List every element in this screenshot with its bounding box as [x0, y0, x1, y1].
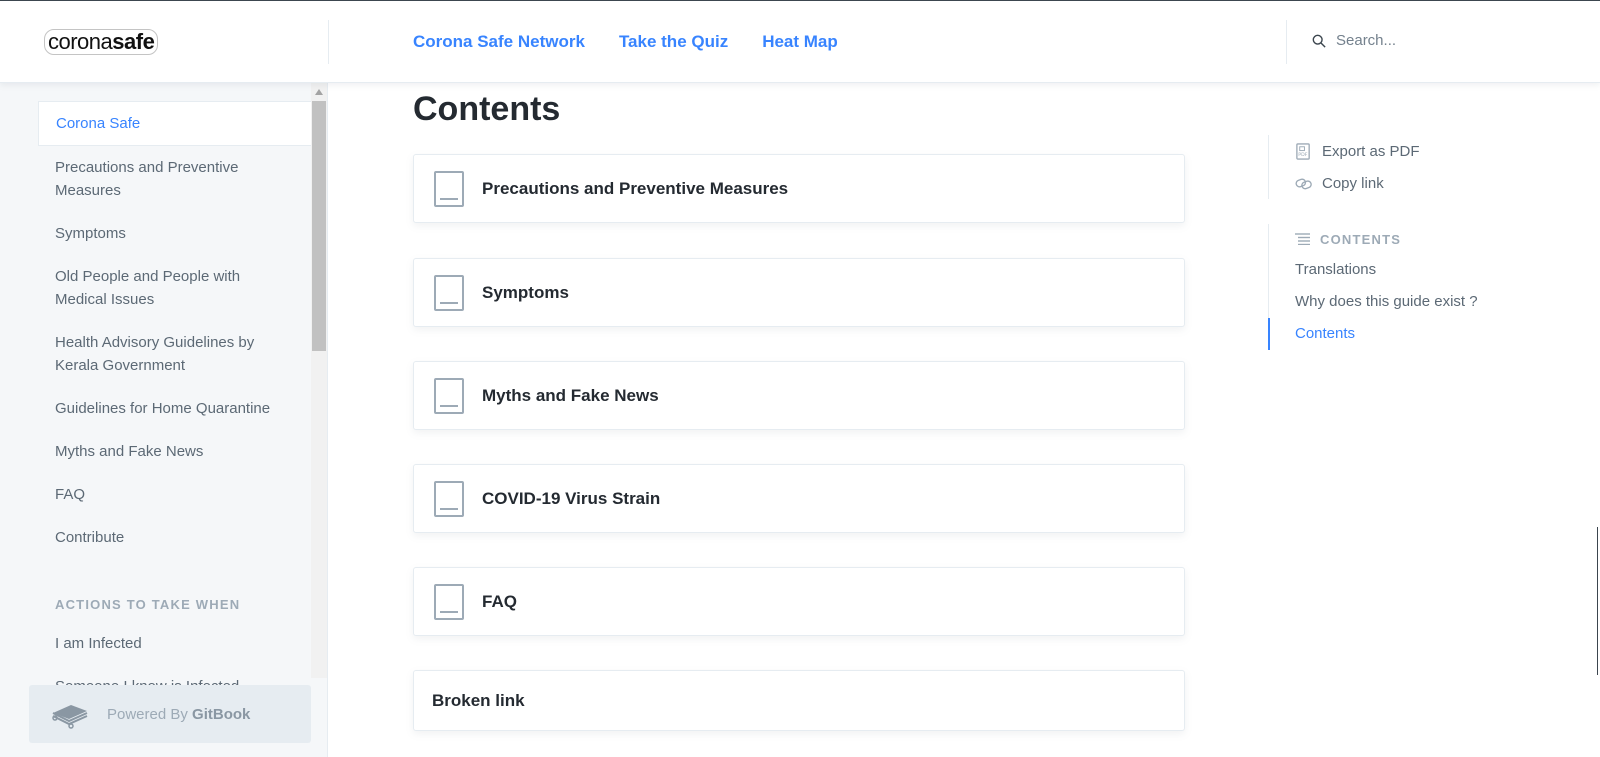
page-icon: [434, 377, 464, 414]
top-header: coronasafe Corona Safe Network Take the …: [0, 1, 1600, 83]
content-card[interactable]: Symptoms: [413, 258, 1185, 327]
header-divider: [1286, 20, 1287, 64]
copy-link-label: Copy link: [1322, 174, 1384, 192]
sidebar-item-precautions[interactable]: Precautions and Preventive Measures: [38, 146, 311, 212]
toc-item-contents[interactable]: Contents: [1268, 318, 1478, 350]
sidebar-item-contribute[interactable]: Contribute: [38, 516, 311, 559]
page-title: Contents: [413, 90, 561, 128]
content-card[interactable]: COVID-19 Virus Strain: [413, 464, 1185, 533]
sidebar-item-old-people[interactable]: Old People and People with Medical Issue…: [38, 255, 311, 321]
sidebar-item-home-quarantine[interactable]: Guidelines for Home Quarantine: [38, 387, 311, 430]
content-card-label: COVID-19 Virus Strain: [482, 488, 661, 508]
search-box[interactable]: Search...: [1312, 32, 1396, 49]
content-card[interactable]: Myths and Fake News: [413, 361, 1185, 430]
logo-text-bold: safe: [112, 29, 155, 54]
content-card-label: FAQ: [482, 591, 517, 611]
scrollbar-thumb[interactable]: [312, 101, 326, 351]
content-card[interactable]: Precautions and Preventive Measures: [413, 154, 1185, 223]
toc-title: CONTENTS: [1320, 231, 1402, 247]
content-card-label: Precautions and Preventive Measures: [482, 178, 789, 198]
coronasafe-logo[interactable]: coronasafe: [44, 29, 159, 55]
gitbook-icon: [52, 705, 88, 729]
sidebar-nav: Corona Safe Precautions and Preventive M…: [38, 101, 311, 708]
logo-text-light: corona: [48, 29, 113, 54]
content-card-label: Myths and Fake News: [482, 385, 659, 405]
sidebar-item-myths[interactable]: Myths and Fake News: [38, 430, 311, 473]
export-pdf-button[interactable]: PDF Export as PDF: [1295, 135, 1420, 167]
toc-item-why-guide[interactable]: Why does this guide exist ?: [1269, 286, 1478, 318]
copy-link-button[interactable]: Copy link: [1295, 167, 1420, 199]
nav-link-take-the-quiz[interactable]: Take the Quiz: [619, 32, 728, 52]
content-card-label: Symptoms: [482, 282, 569, 302]
svg-text:PDF: PDF: [1298, 152, 1307, 158]
broken-link-card[interactable]: Broken link: [413, 670, 1185, 731]
page-actions: PDF Export as PDF Copy link: [1268, 135, 1420, 199]
powered-by-gitbook[interactable]: Powered By GitBook: [29, 685, 311, 743]
sidebar-scrollbar[interactable]: [311, 83, 327, 678]
export-pdf-label: Export as PDF: [1322, 142, 1420, 160]
toc-item-translations[interactable]: Translations: [1269, 254, 1478, 286]
sidebar-section-title: ACTIONS TO TAKE WHEN: [55, 597, 241, 612]
top-nav: Corona Safe Network Take the Quiz Heat M…: [413, 32, 838, 52]
sidebar-item-i-am-infected[interactable]: I am Infected: [38, 622, 311, 665]
link-icon: [1295, 178, 1312, 189]
table-of-contents: CONTENTS Translations Why does this guid…: [1268, 224, 1478, 350]
sidebar-item-corona-safe[interactable]: Corona Safe: [38, 101, 311, 146]
broken-link-label: Broken link: [432, 690, 525, 710]
nav-link-corona-safe-network[interactable]: Corona Safe Network: [413, 32, 585, 52]
sidebar-item-faq[interactable]: FAQ: [38, 473, 311, 516]
search-icon: [1312, 34, 1326, 48]
nav-link-heat-map[interactable]: Heat Map: [762, 32, 838, 52]
page-icon: [434, 480, 464, 517]
sidebar: Corona Safe Precautions and Preventive M…: [0, 83, 328, 757]
page-icon: [434, 583, 464, 620]
sidebar-item-health-advisory[interactable]: Health Advisory Guidelines by Kerala Gov…: [38, 321, 311, 387]
sidebar-item-symptoms[interactable]: Symptoms: [38, 212, 311, 255]
content-card[interactable]: FAQ: [413, 567, 1185, 636]
pdf-icon: PDF: [1296, 142, 1310, 160]
scroll-up-arrow-icon[interactable]: [315, 89, 323, 95]
powered-by-text: Powered By: [107, 705, 188, 723]
page-icon: [434, 274, 464, 311]
list-icon: [1295, 233, 1310, 245]
window-edge-line: [1597, 527, 1598, 675]
search-input[interactable]: Search...: [1336, 32, 1396, 49]
toc-heading: CONTENTS: [1269, 224, 1478, 254]
page-icon: [434, 170, 464, 207]
header-divider: [328, 20, 329, 64]
gitbook-brand-text: GitBook: [192, 705, 251, 723]
